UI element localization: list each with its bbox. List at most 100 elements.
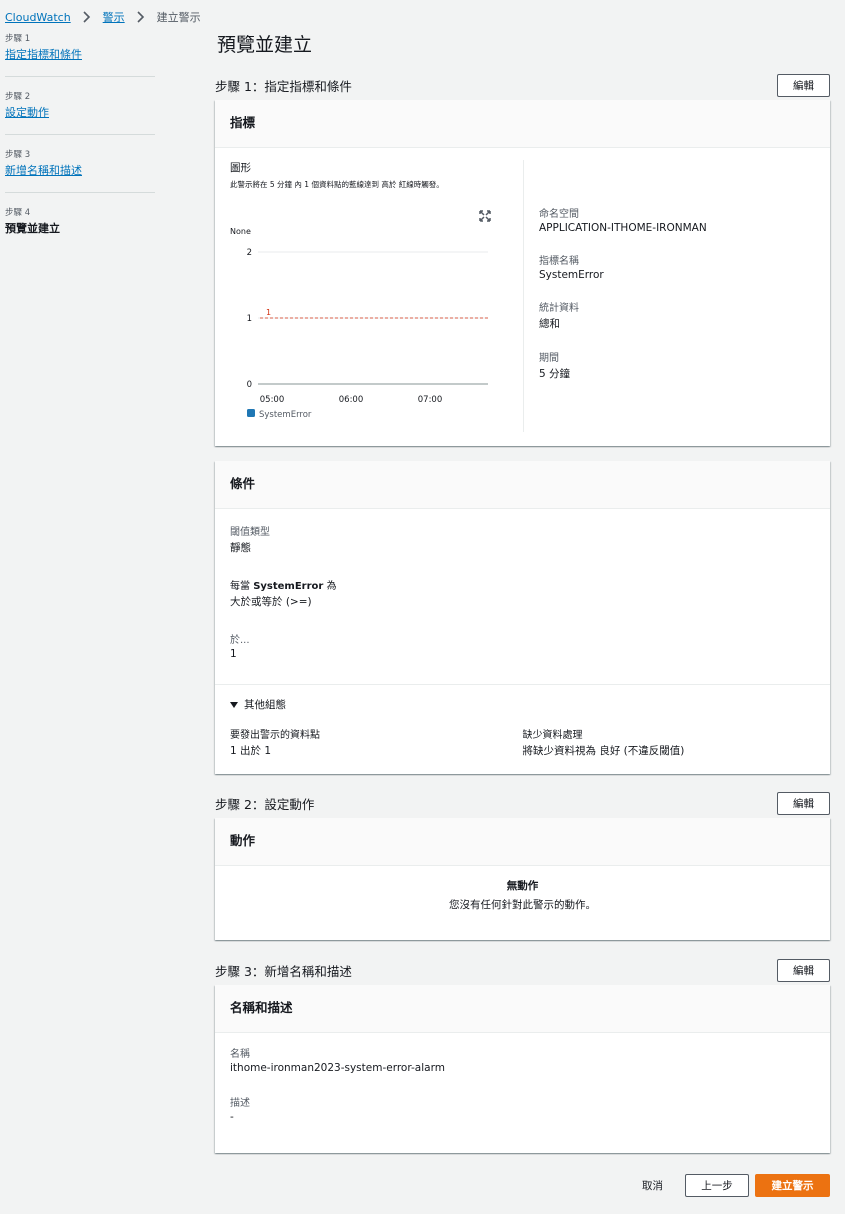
wizard-footer: 取消 上一步 建立警示 bbox=[642, 1174, 830, 1197]
field-label: 期間 bbox=[539, 353, 559, 364]
threshold-label: 1 bbox=[266, 308, 271, 317]
whenever-metric: SystemError bbox=[253, 581, 324, 592]
field-value: 大於或等於 (>=) bbox=[230, 596, 312, 608]
field-value: 總和 bbox=[539, 318, 560, 330]
metric-name-field: 指標名稱 SystemError bbox=[539, 252, 707, 281]
page-title: 預覽並建立 bbox=[217, 34, 313, 56]
wizard-step-1: 步驟 1 指定指標和條件 bbox=[5, 32, 155, 77]
actions-card-title: 動作 bbox=[215, 818, 830, 866]
step-current-preview: 預覽並建立 bbox=[5, 222, 60, 235]
datapoints-field: 要發出警示的資料點 1 出於 1 bbox=[230, 726, 523, 758]
edit-step2-button[interactable]: 編輯 bbox=[777, 791, 830, 815]
field-label: 統計資料 bbox=[539, 303, 579, 314]
main-content: 預覽並建立 步驟 1：指定指標和條件 編輯 指標 圖形 此警示將在 5 分鐘 內… bbox=[215, 30, 830, 1153]
alarm-name-field: 名稱 ithome-ironman2023-system-error-alarm bbox=[230, 1045, 815, 1074]
breadcrumb-cloudwatch-link[interactable]: CloudWatch bbox=[5, 11, 71, 24]
name-description-card-title: 名稱和描述 bbox=[215, 985, 830, 1033]
step-number: 步驟 3 bbox=[5, 150, 31, 160]
field-value: 5 分鐘 bbox=[539, 368, 571, 380]
breadcrumb: CloudWatch 警示 建立警示 bbox=[5, 9, 201, 25]
wizard-steps-nav: 步驟 1 指定指標和條件 步驟 2 設定動作 步驟 3 新增名稱和描述 步驟 4… bbox=[5, 32, 155, 263]
conditions-card: 條件 閾值類型 靜態 每當 SystemError 為 大於或等於 (>=) 於… bbox=[215, 461, 830, 774]
toggle-label: 其他組態 bbox=[244, 699, 286, 711]
period-field: 期間 5 分鐘 bbox=[539, 349, 707, 381]
graph-title: 圖形 bbox=[230, 162, 251, 174]
field-value: 1 出於 1 bbox=[230, 745, 272, 757]
step-number: 步驟 4 bbox=[5, 208, 31, 218]
legend-swatch bbox=[247, 409, 255, 417]
y-tick-label: 2 bbox=[247, 248, 252, 258]
field-label: 描述 bbox=[230, 1098, 250, 1109]
create-alarm-button[interactable]: 建立警示 bbox=[755, 1174, 830, 1197]
field-value: SystemError bbox=[539, 269, 604, 281]
field-label: 缺少資料處理 bbox=[522, 730, 583, 741]
step-number: 步驟 1 bbox=[5, 34, 31, 44]
field-value: ithome-ironman2023-system-error-alarm bbox=[230, 1062, 445, 1074]
edit-step1-button[interactable]: 編輯 bbox=[777, 73, 830, 97]
section-step2-title: 步驟 2：設定動作 bbox=[215, 796, 315, 812]
field-value: 1 bbox=[230, 648, 237, 660]
field-label: 命名空間 bbox=[539, 209, 579, 220]
empty-description: 您沒有任何針對此警示的動作。 bbox=[449, 899, 596, 911]
chevron-right-icon bbox=[137, 11, 144, 23]
field-value: APPLICATION-ITHOME-IRONMAN bbox=[539, 222, 707, 234]
chevron-right-icon bbox=[83, 11, 90, 23]
graph-description: 此警示將在 5 分鐘 內 1 個資料點的藍線達到 高於 紅線時觸發。 bbox=[230, 180, 444, 189]
field-label: 閾值類型 bbox=[230, 527, 270, 538]
edit-step3-button[interactable]: 編輯 bbox=[777, 958, 830, 982]
whenever-prefix: 每當 bbox=[230, 581, 254, 592]
field-value: 將缺少資料視為 良好 (不違反閾值) bbox=[522, 745, 685, 757]
x-tick-label: 05:00 bbox=[260, 395, 285, 405]
additional-config-toggle[interactable]: 其他組態 bbox=[230, 697, 815, 712]
step-link-metric-conditions[interactable]: 指定指標和條件 bbox=[5, 48, 82, 61]
metric-chart: None 0 1 2 05:00 06:00 07:00 1 SystemError bbox=[230, 227, 488, 420]
x-tick-label: 06:00 bbox=[339, 395, 364, 405]
threshold-type-field: 閾值類型 靜態 bbox=[230, 523, 815, 555]
field-label: 每當 SystemError 為 bbox=[230, 577, 815, 592]
step-link-name-description[interactable]: 新增名稱和描述 bbox=[5, 164, 82, 177]
field-label: 於... bbox=[230, 635, 250, 646]
y-axis-unit-label: None bbox=[230, 227, 251, 236]
breadcrumb-current: 建立警示 bbox=[156, 11, 201, 24]
metric-card: 指標 圖形 此警示將在 5 分鐘 內 1 個資料點的藍線達到 高於 紅線時觸發。… bbox=[215, 100, 830, 446]
field-label: 要發出警示的資料點 bbox=[230, 730, 320, 741]
legend-label: SystemError bbox=[259, 410, 312, 420]
field-label: 指標名稱 bbox=[539, 256, 579, 267]
section-step1-header: 步驟 1：指定指標和條件 編輯 bbox=[215, 72, 830, 98]
empty-actions: 無動作 您沒有任何針對此警示的動作。 bbox=[215, 866, 830, 940]
previous-button[interactable]: 上一步 bbox=[685, 1174, 749, 1197]
caret-down-icon bbox=[230, 701, 238, 708]
wizard-step-2: 步驟 2 設定動作 bbox=[5, 90, 155, 135]
wizard-step-3: 步驟 3 新增名稱和描述 bbox=[5, 148, 155, 193]
section-step2-header: 步驟 2：設定動作 編輯 bbox=[215, 790, 830, 816]
metric-details: 命名空間 APPLICATION-ITHOME-IRONMAN 指標名稱 Sys… bbox=[524, 160, 707, 432]
x-tick-label: 07:00 bbox=[418, 395, 443, 405]
metric-card-title: 指標 bbox=[215, 100, 830, 148]
name-description-card: 名稱和描述 名稱 ithome-ironman2023-system-error… bbox=[215, 985, 830, 1153]
graph-panel: 圖形 此警示將在 5 分鐘 內 1 個資料點的藍線達到 高於 紅線時觸發。 No… bbox=[230, 160, 524, 432]
empty-title: 無動作 bbox=[506, 880, 539, 892]
step-link-configure-actions[interactable]: 設定動作 bbox=[5, 106, 49, 119]
expand-icon[interactable] bbox=[479, 210, 491, 222]
field-value: - bbox=[230, 1111, 234, 1123]
section-step1-title: 步驟 1：指定指標和條件 bbox=[215, 78, 352, 94]
y-tick-label: 0 bbox=[247, 380, 252, 390]
missing-data-field: 缺少資料處理 將缺少資料視為 良好 (不違反閾值) bbox=[523, 726, 816, 758]
cancel-button[interactable]: 取消 bbox=[642, 1178, 663, 1193]
y-tick-label: 1 bbox=[247, 314, 252, 324]
breadcrumb-alarms-link[interactable]: 警示 bbox=[103, 9, 125, 25]
wizard-step-4: 步驟 4 預覽並建立 bbox=[5, 206, 155, 250]
whenever-field: 每當 SystemError 為 大於或等於 (>=) bbox=[230, 577, 815, 609]
conditions-card-title: 條件 bbox=[215, 461, 830, 509]
actions-card: 動作 無動作 您沒有任何針對此警示的動作。 bbox=[215, 818, 830, 940]
than-field: 於... 1 bbox=[230, 631, 815, 660]
step-number: 步驟 2 bbox=[5, 92, 31, 102]
namespace-field: 命名空間 APPLICATION-ITHOME-IRONMAN bbox=[539, 205, 707, 234]
section-step3-title: 步驟 3：新增名稱和描述 bbox=[215, 963, 352, 979]
whenever-suffix: 為 bbox=[323, 581, 337, 592]
section-step3-header: 步驟 3：新增名稱和描述 編輯 bbox=[215, 957, 830, 983]
field-label: 名稱 bbox=[230, 1049, 250, 1060]
alarm-description-field: 描述 - bbox=[230, 1094, 815, 1123]
statistic-field: 統計資料 總和 bbox=[539, 299, 707, 331]
field-value: 靜態 bbox=[230, 542, 251, 554]
